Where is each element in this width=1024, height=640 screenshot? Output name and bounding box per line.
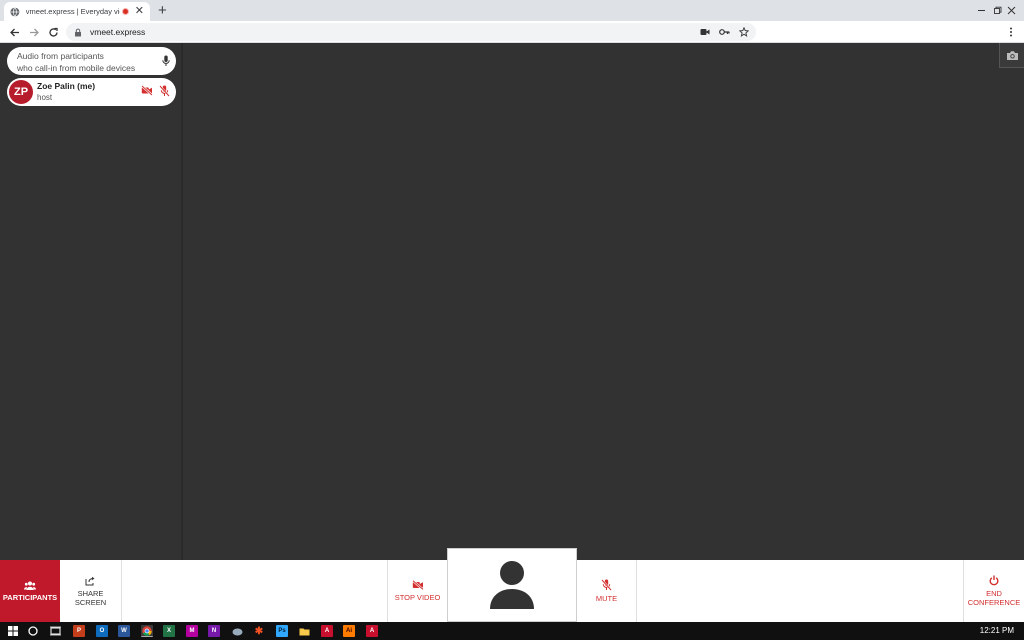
reload-icon[interactable] <box>45 24 61 40</box>
participant-name: Zoe Palin (me) <box>37 81 96 91</box>
task-view-icon[interactable] <box>49 625 61 637</box>
tab-title: vmeet.express | Everyday vid <box>25 7 120 16</box>
camera-icon <box>1006 50 1018 60</box>
address-bar[interactable]: vmeet.express <box>66 23 756 41</box>
share-icon <box>85 576 95 585</box>
microphone-icon <box>162 55 170 66</box>
file-explorer-icon[interactable] <box>298 625 310 637</box>
video-stage <box>185 43 1024 560</box>
stop-video-button[interactable]: STOP VIDEO <box>387 560 447 622</box>
browser-toolbar: vmeet.express <box>0 21 1024 43</box>
browser-menu-icon[interactable] <box>1004 25 1018 39</box>
participants-sidebar: Audio from participants who call-in from… <box>0 43 183 560</box>
mobile-audio-line1: Audio from participants <box>17 51 104 61</box>
powerpoint-icon[interactable]: P <box>73 625 85 637</box>
search-circle-icon[interactable] <box>27 625 39 637</box>
participants-label: PARTICIPANTS <box>2 592 58 602</box>
video-off-icon[interactable] <box>141 85 153 96</box>
mobile-audio-item: Audio from participants who call-in from… <box>7 47 176 75</box>
participants-button[interactable]: PARTICIPANTS <box>0 560 60 622</box>
share-screen-button[interactable]: SHARE SCREEN <box>60 560 122 622</box>
people-icon <box>24 581 36 590</box>
mic-off-icon[interactable] <box>159 85 170 97</box>
address-url: vmeet.express <box>90 27 146 37</box>
end-label-line2: CONFERENCE <box>967 598 1021 607</box>
os-taskbar: P O W X M N ✱ Ps A Ai A 12:21 PM <box>0 622 1024 640</box>
snapshot-camera-button[interactable] <box>999 43 1024 68</box>
end-conference-button[interactable]: END CONFERENCE <box>963 560 1024 622</box>
outlook-icon[interactable]: O <box>96 625 108 637</box>
mic-off-icon <box>601 579 612 591</box>
forward-arrow-icon[interactable] <box>26 24 42 40</box>
acrobat-icon[interactable]: A <box>321 625 333 637</box>
system-clock: 12:21 PM <box>979 626 1014 635</box>
app-cloud-icon[interactable] <box>231 625 243 637</box>
bookmark-star-icon[interactable] <box>737 25 751 39</box>
share-label-line2: SCREEN <box>74 597 107 607</box>
power-icon <box>989 575 999 586</box>
participant-item[interactable]: ZP Zoe Palin (me) host <box>7 78 176 106</box>
close-tab-icon[interactable]: ✕ <box>135 6 144 17</box>
recording-indicator-icon <box>121 8 129 15</box>
mute-label: MUTE <box>595 594 618 603</box>
participant-role: host <box>37 93 53 102</box>
share-label-line1: SHARE <box>77 588 104 598</box>
close-window-icon[interactable] <box>996 0 1024 21</box>
user-silhouette-icon <box>490 561 534 609</box>
illustrator-icon[interactable]: Ai <box>343 625 355 637</box>
camera-permission-icon[interactable] <box>698 25 712 39</box>
key-icon[interactable] <box>717 25 731 39</box>
acrobat-reader-icon[interactable]: A <box>366 625 378 637</box>
back-arrow-icon[interactable] <box>6 24 22 40</box>
windows-start-icon[interactable] <box>7 625 19 637</box>
new-tab-button[interactable]: + <box>158 2 167 19</box>
globe-icon <box>10 6 20 17</box>
excel-icon[interactable]: X <box>163 625 175 637</box>
stop-video-label: STOP VIDEO <box>394 593 441 602</box>
mute-button[interactable]: MUTE <box>577 560 637 622</box>
word-icon[interactable]: W <box>118 625 130 637</box>
end-label-line1: END <box>986 589 1002 598</box>
chrome-icon[interactable] <box>141 625 153 637</box>
avatar: ZP <box>9 80 33 104</box>
app-asterisk-icon[interactable]: ✱ <box>253 625 265 637</box>
browser-tabstrip: vmeet.express | Everyday vid ✕ + <box>0 0 1024 21</box>
mobile-audio-line2: who call-in from mobile devices <box>17 63 136 73</box>
lock-icon <box>75 28 81 36</box>
video-off-icon <box>411 580 424 590</box>
onenote-icon[interactable]: N <box>208 625 220 637</box>
photoshop-icon[interactable]: Ps <box>276 625 288 637</box>
browser-tab[interactable]: vmeet.express | Everyday vid ✕ <box>4 2 150 21</box>
forms-icon[interactable]: M <box>186 625 198 637</box>
self-view-tile[interactable] <box>447 548 577 622</box>
